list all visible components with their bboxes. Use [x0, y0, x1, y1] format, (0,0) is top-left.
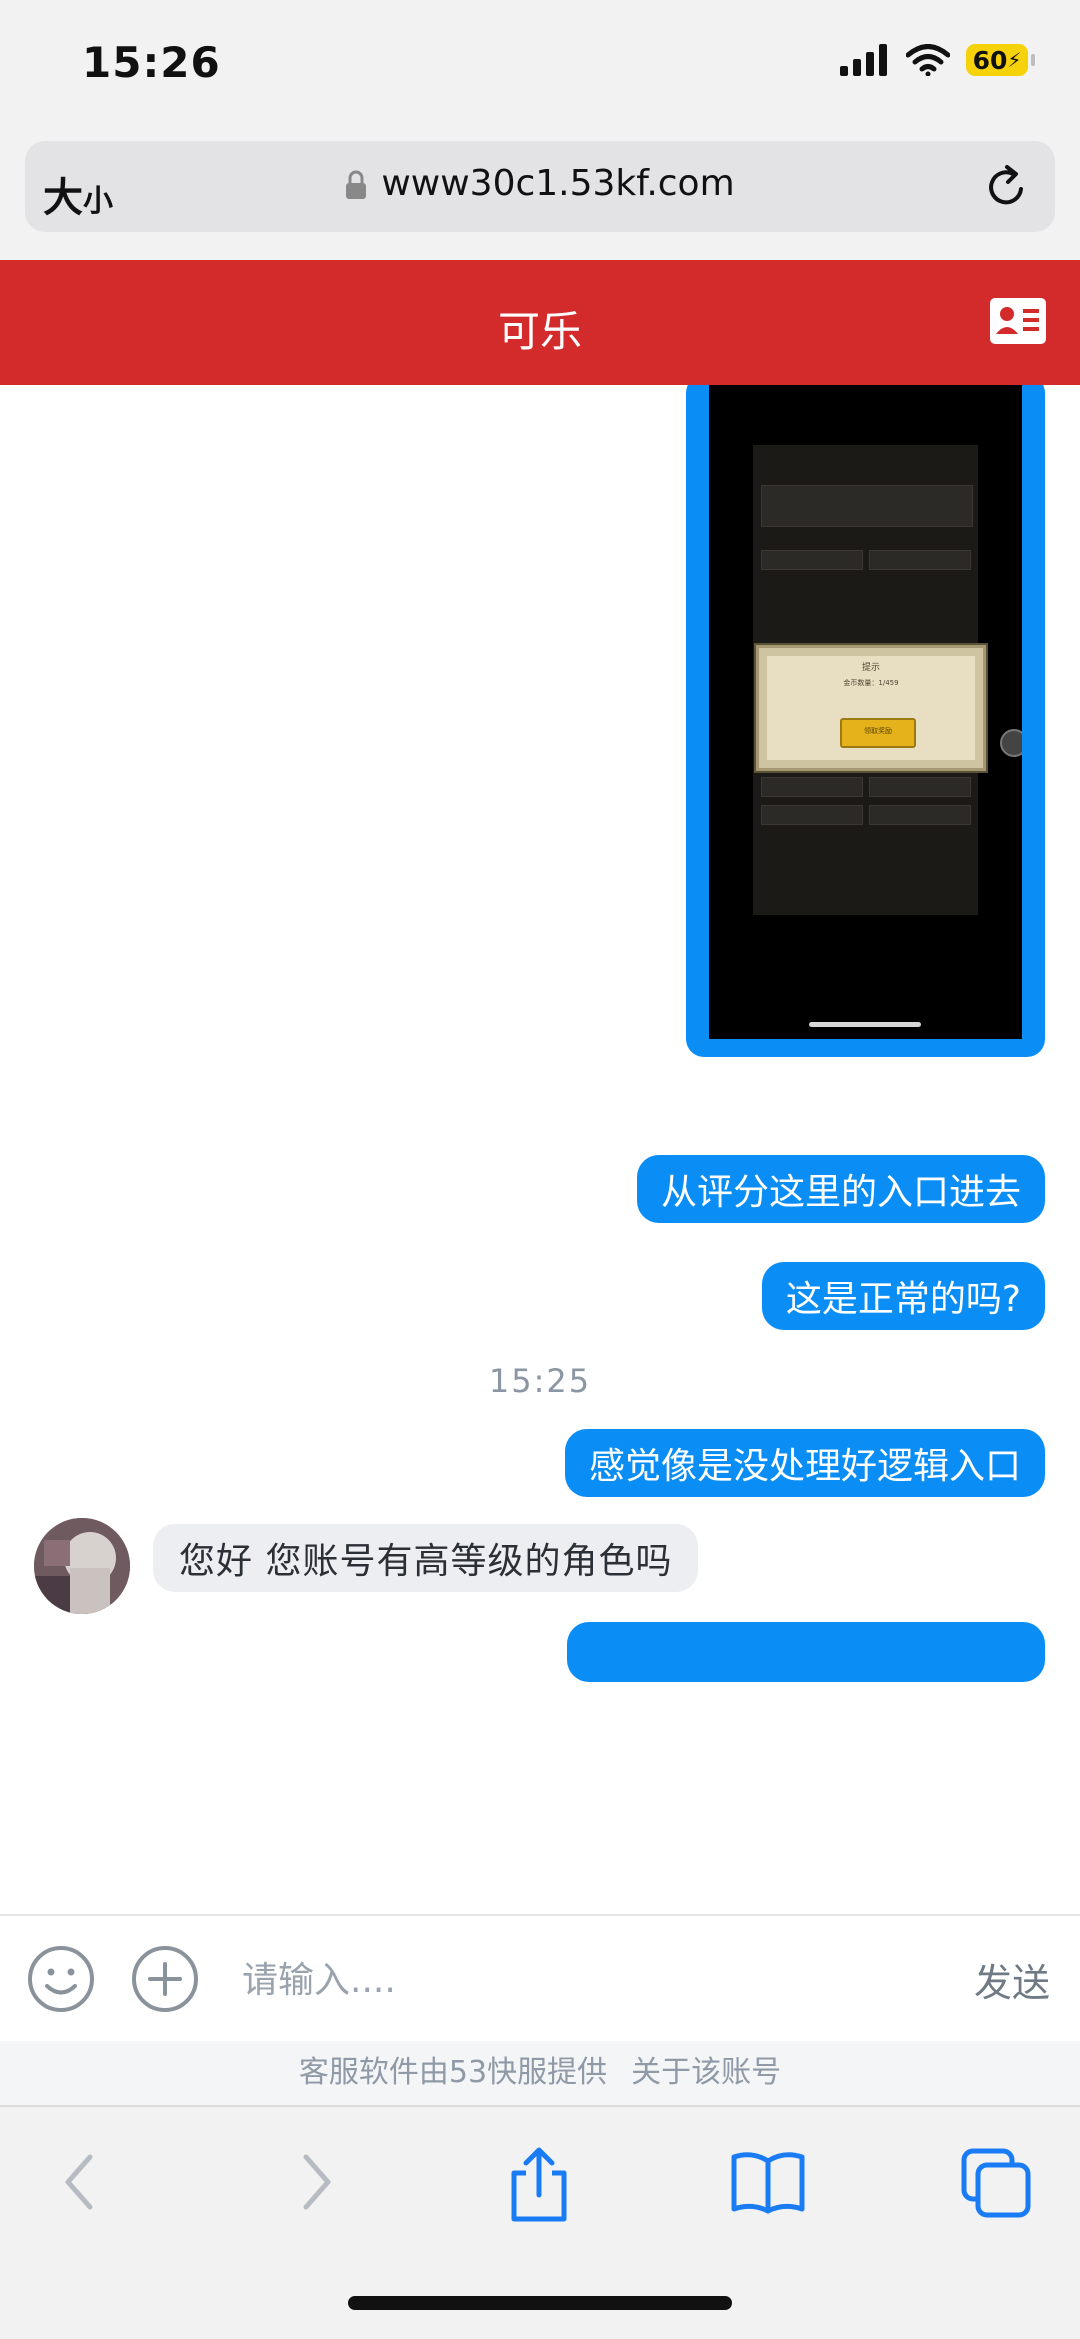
forward-icon[interactable] [290, 2147, 340, 2217]
bookmarks-icon[interactable] [730, 2147, 806, 2217]
lock-icon [346, 170, 367, 199]
message-bubble-outgoing-partial[interactable] [567, 1622, 1045, 1682]
url-text: www30c1.53kf.com [381, 163, 735, 204]
address-bar[interactable]: 大小 www30c1.53kf.com [25, 141, 1055, 232]
message-bubble-outgoing[interactable]: 从评分这里的入口进去 [636, 1155, 1045, 1223]
back-icon[interactable] [56, 2147, 106, 2217]
image-row [869, 550, 971, 570]
add-icon[interactable] [130, 1944, 200, 2014]
message-text: 您好 您账号有高等级的角色吗 [179, 1541, 673, 1582]
image-row [869, 805, 971, 825]
battery-indicator: 60 ⚡ [966, 44, 1035, 76]
message-bubble-incoming[interactable]: 您好 您账号有高等级的角色吗 [153, 1524, 699, 1592]
screenshot-image: 提示 金币数量：1/459 领取奖励 [709, 385, 1022, 1039]
emoji-icon[interactable] [26, 1944, 96, 2014]
message-text: 感觉像是没处理好逻辑入口 [588, 1446, 1021, 1487]
image-popup-body: 提示 金币数量：1/459 领取奖励 [767, 656, 975, 760]
image-row [761, 777, 863, 797]
image-popup-button-label: 领取奖励 [864, 727, 892, 735]
agent-avatar[interactable] [34, 1518, 130, 1614]
message-text: 从评分这里的入口进去 [660, 1172, 1021, 1213]
message-bubble-outgoing[interactable]: 这是正常的吗? [761, 1262, 1045, 1330]
battery-level: 60 [972, 45, 1008, 75]
image-popup-button: 领取奖励 [840, 718, 916, 748]
chat-title: 可乐 [497, 307, 582, 356]
message-timestamp: 15:25 [488, 1362, 592, 1400]
browser-address-area: 大小 www30c1.53kf.com [0, 135, 1080, 260]
avatar-image [34, 1518, 130, 1614]
gear-icon [1000, 729, 1022, 757]
image-popup: 提示 金币数量：1/459 领取奖励 [756, 645, 986, 771]
url-display[interactable]: www30c1.53kf.com [25, 163, 1055, 204]
status-time: 15:26 [82, 38, 221, 87]
share-icon[interactable] [504, 2147, 574, 2223]
reload-icon[interactable] [983, 161, 1031, 211]
image-row [761, 805, 863, 825]
image-popup-text: 金币数量：1/459 [843, 679, 899, 687]
message-bubble-outgoing[interactable]: 感觉像是没处理好逻辑入口 [564, 1429, 1045, 1497]
charging-icon: ⚡ [1007, 48, 1022, 72]
message-text: 这是正常的吗? [785, 1279, 1021, 1320]
wifi-icon [906, 44, 950, 76]
message-input[interactable] [240, 1944, 924, 2016]
image-row [761, 550, 863, 570]
image-row [761, 485, 973, 527]
home-indicator[interactable] [348, 2296, 732, 2310]
image-popup-title: 提示 [861, 663, 880, 673]
image-home-indicator [809, 1022, 921, 1027]
about-account-link[interactable]: 关于该账号 [631, 2055, 781, 2090]
chat-header: 可乐 [0, 260, 1080, 385]
image-row [869, 777, 971, 797]
chat-messages[interactable]: 提示 金币数量：1/459 领取奖励 从评分这里的入口进去 这是正常的吗? 15… [0, 385, 1080, 1915]
status-bar: 15:26 60 ⚡ [0, 0, 1080, 135]
send-button[interactable]: 发送 [974, 1952, 1050, 2007]
service-footer: 客服软件由53快服提供 关于该账号 [0, 2041, 1080, 2105]
contact-card-icon[interactable] [990, 298, 1046, 344]
tabs-icon[interactable] [960, 2147, 1032, 2219]
status-icons: 60 ⚡ [840, 44, 1035, 76]
provider-link[interactable]: 客服软件由53快服提供 [299, 2055, 607, 2090]
message-composer: 发送 [0, 1914, 1080, 2043]
image-message[interactable]: 提示 金币数量：1/459 领取奖励 [686, 385, 1045, 1057]
signal-icon [840, 44, 887, 76]
